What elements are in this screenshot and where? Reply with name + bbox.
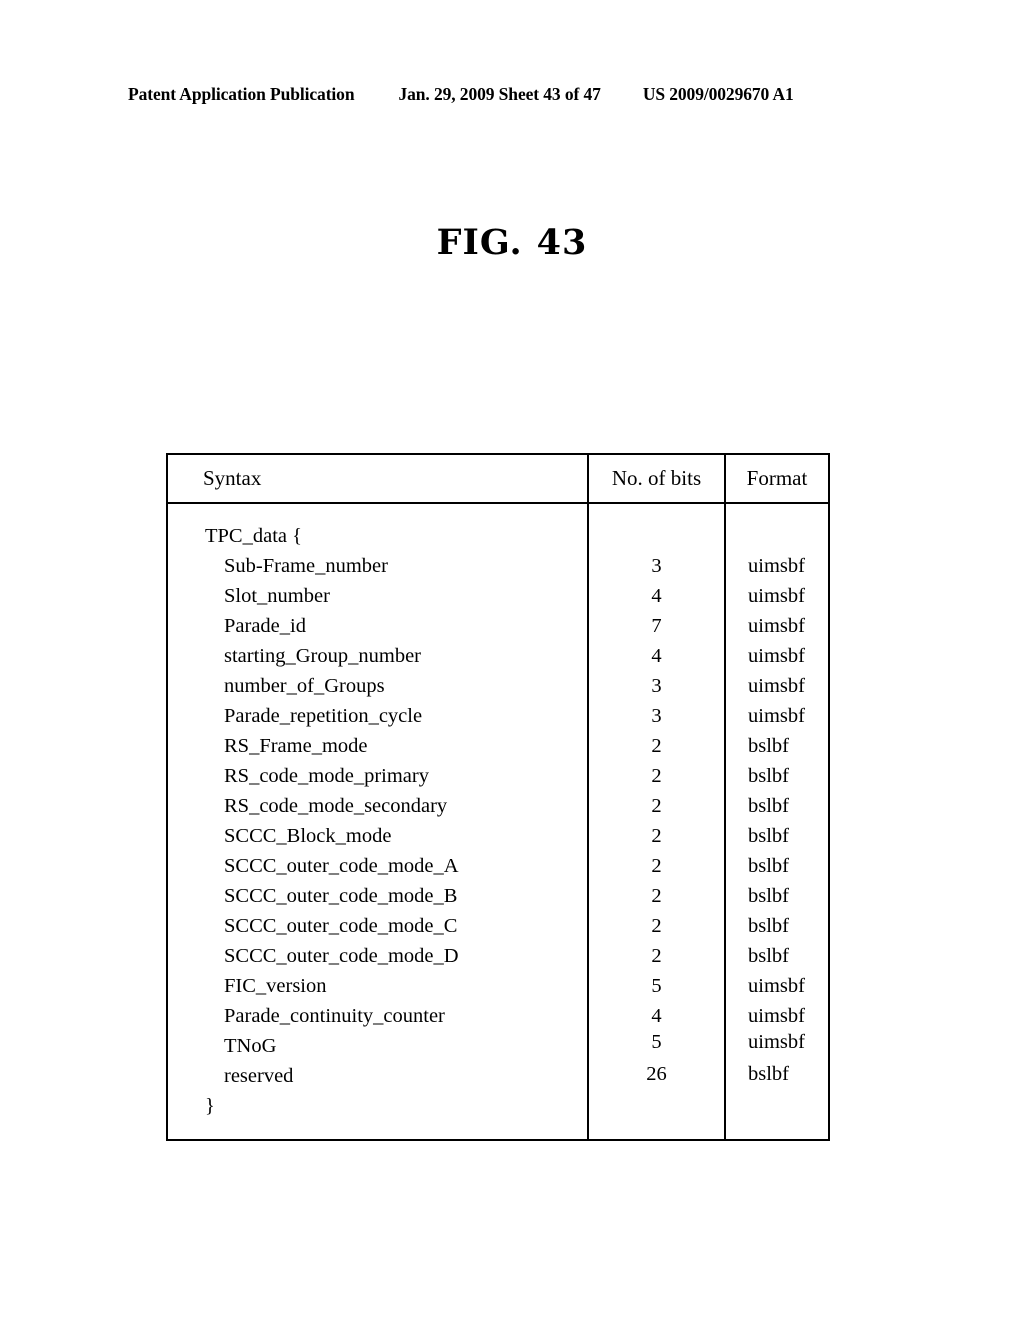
table-row: Parade_continuity_counter	[224, 1005, 445, 1027]
bits-cell-list: 3 4 7 4 3 3 2 2 2 2 2 2 2 2 5 4 5 26	[589, 504, 724, 1139]
table-cell-format: bslbf	[748, 1063, 789, 1085]
table-cell-format	[748, 521, 828, 551]
table-cell-bits: 2	[651, 885, 662, 907]
table-row: starting_Group_number	[224, 645, 421, 667]
syntax-table: Syntax No. of bits Format TPC_data { Sub-…	[166, 453, 830, 1141]
table-cell-format: bslbf	[748, 735, 789, 757]
table-cell-bits: 3	[651, 555, 662, 577]
table-cell-bits: 2	[651, 735, 662, 757]
table-cell-bits: 5	[651, 1031, 662, 1053]
table-cell-format: uimsbf	[748, 645, 805, 667]
figure-title: FIG. 43	[0, 222, 1024, 263]
publication-label: Patent Application Publication	[128, 84, 355, 104]
table-row: Sub-Frame_number	[224, 555, 388, 577]
table-cell-bits: 7	[651, 615, 662, 637]
table-row: number_of_Groups	[224, 675, 385, 697]
table-cell-bits	[589, 1091, 724, 1121]
table-body: TPC_data { Sub-Frame_number Slot_number Par…	[168, 504, 828, 1139]
format-cell-list: uimsbf uimsbf uimsbf uimsbf uimsbf uimsbf bslb…	[726, 504, 828, 1139]
table-row: SCCC_outer_code_mode_B	[224, 885, 458, 907]
column-no-of-bits: 3 4 7 4 3 3 2 2 2 2 2 2 2 2 5 4 5 26	[587, 504, 724, 1139]
column-header-format: Format	[746, 466, 808, 490]
table-header-row: Syntax No. of bits Format	[168, 455, 828, 504]
table-cell-format: bslbf	[748, 915, 789, 937]
header-cell-bits: No. of bits	[587, 455, 724, 502]
table-row: RS_Frame_mode	[224, 735, 368, 757]
table-cell-bits: 4	[651, 645, 662, 667]
patent-number-label: US 2009/0029670 A1	[642, 84, 794, 104]
header-cell-format: Format	[724, 455, 828, 502]
table-row: TNoG	[224, 1035, 277, 1057]
table-row: Parade_id	[224, 615, 306, 637]
table-cell-bits: 2	[651, 795, 662, 817]
column-header-syntax: Syntax	[203, 466, 262, 490]
table-row: SCCC_outer_code_mode_D	[224, 945, 459, 967]
date-sheet-label: Jan. 29, 2009 Sheet 43 of 47	[398, 84, 601, 104]
table-cell-bits: 2	[651, 855, 662, 877]
column-syntax: TPC_data { Sub-Frame_number Slot_number Par…	[168, 504, 587, 1139]
table-row: RS_code_mode_primary	[224, 765, 429, 787]
table-cell-format: uimsbf	[748, 555, 805, 577]
table-cell-format: uimsbf	[748, 1031, 805, 1053]
table-cell-format: bslbf	[748, 885, 789, 907]
table-row: }	[205, 1095, 215, 1117]
figure-number: 43	[536, 222, 588, 263]
table-cell-format: bslbf	[748, 795, 789, 817]
figure-label: FIG.	[436, 222, 523, 263]
header-cell-syntax: Syntax	[168, 455, 587, 502]
table-row: FIC_version	[224, 975, 327, 997]
table-row: SCCC_outer_code_mode_A	[224, 855, 459, 877]
column-format: uimsbf uimsbf uimsbf uimsbf uimsbf uimsbf bslb…	[724, 504, 828, 1139]
table-cell-bits	[589, 521, 724, 551]
table-cell-bits: 3	[651, 675, 662, 697]
table-row: SCCC_Block_mode	[224, 825, 392, 847]
table-cell-format: uimsbf	[748, 705, 805, 727]
table-cell-bits: 2	[651, 765, 662, 787]
table-cell-format: bslbf	[748, 945, 789, 967]
table-cell-bits: 2	[651, 945, 662, 967]
table-row: TPC_data {	[205, 525, 302, 547]
syntax-cell-list: TPC_data { Sub-Frame_number Slot_number Par…	[168, 504, 587, 1139]
table-cell-bits: 3	[651, 705, 662, 727]
table-row: Slot_number	[224, 585, 330, 607]
table-cell-bits: 26	[646, 1063, 667, 1085]
table-cell-format: uimsbf	[748, 975, 805, 997]
table-cell-format: uimsbf	[748, 585, 805, 607]
table-cell-format: bslbf	[748, 855, 789, 877]
page-header: Patent Application Publication Jan. 29, …	[128, 84, 896, 105]
table-row: Parade_repetition_cycle	[224, 705, 423, 727]
table-row: RS_code_mode_secondary	[224, 795, 448, 817]
table-row: reserved	[224, 1065, 294, 1087]
table-cell-bits: 2	[651, 915, 662, 937]
table-cell-format: bslbf	[748, 825, 789, 847]
table-cell-format: uimsbf	[748, 675, 805, 697]
table-cell-format: uimsbf	[748, 615, 805, 637]
table-cell-format	[748, 1091, 828, 1121]
table-cell-format: bslbf	[748, 765, 789, 787]
table-cell-bits: 2	[651, 825, 662, 847]
table-row: SCCC_outer_code_mode_C	[224, 915, 458, 937]
column-header-no-of-bits: No. of bits	[611, 466, 702, 490]
table-cell-bits: 4	[651, 585, 662, 607]
table-cell-bits: 5	[651, 975, 662, 997]
